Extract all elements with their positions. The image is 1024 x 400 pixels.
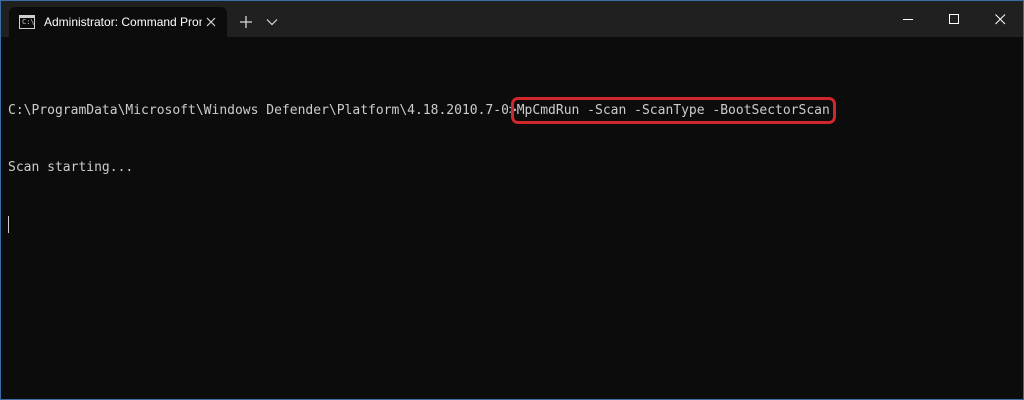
text-cursor (8, 216, 9, 233)
title-bar[interactable]: C:\ Administrator: Command Prompt (1, 1, 1023, 37)
maximize-icon (948, 13, 959, 24)
plus-icon (240, 16, 252, 28)
minimize-button[interactable] (885, 1, 931, 37)
highlighted-command: MpCmdRun -Scan -ScanType -BootSectorScan (510, 97, 836, 124)
tab-close-icon[interactable] (205, 16, 217, 28)
caption-buttons (885, 1, 1023, 37)
command-line: C:\ProgramData\Microsoft\Windows Defende… (8, 97, 1023, 124)
minimize-icon (902, 18, 913, 20)
console-output[interactable]: C:\ProgramData\Microsoft\Windows Defende… (1, 37, 1023, 399)
prompt-path: C:\ProgramData\Microsoft\Windows Defende… (8, 103, 517, 118)
command-prompt-icon: C:\ (19, 15, 35, 29)
output-line: Scan starting... (8, 160, 134, 175)
chevron-down-icon (266, 19, 278, 26)
close-button[interactable] (977, 1, 1023, 37)
cursor-line (8, 215, 1023, 234)
maximize-button[interactable] (931, 1, 977, 37)
tab-command-prompt[interactable]: C:\ Administrator: Command Prompt (9, 7, 227, 37)
tab-title: Administrator: Command Prompt (44, 15, 202, 29)
close-icon (994, 13, 1005, 24)
tab-dropdown-button[interactable] (259, 7, 285, 37)
new-tab-button[interactable] (233, 7, 259, 37)
terminal-window: C:\ Administrator: Command Prompt C:\Pro… (0, 0, 1024, 400)
